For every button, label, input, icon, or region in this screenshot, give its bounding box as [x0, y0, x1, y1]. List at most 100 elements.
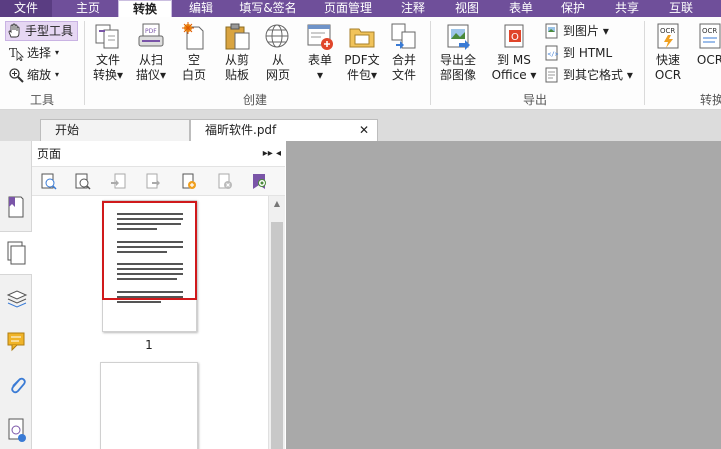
quick-ocr-line2: OCR	[654, 68, 682, 82]
separator	[430, 21, 431, 105]
to-image-button[interactable]: 到图片 ▾	[544, 21, 609, 41]
attachment-icon[interactable]	[6, 373, 28, 397]
combine-files-icon	[389, 21, 419, 51]
add-page-icon[interactable]	[180, 173, 198, 191]
comments-icon[interactable]	[6, 329, 28, 353]
menu-fill-sign[interactable]: 填写&签名	[232, 0, 304, 17]
combine-files-line1: 合并	[391, 53, 416, 67]
ocr-line1: OCR	[696, 53, 721, 67]
document-view[interactable]	[286, 141, 721, 449]
tab-start-label: 开始	[55, 123, 80, 137]
thumbnail-scrollbar[interactable]: ▲	[268, 196, 285, 449]
chevron-down-icon: ▾	[55, 70, 60, 79]
page-number: 1	[145, 338, 153, 352]
zoom-label: 缩放	[27, 68, 52, 82]
menu-page-manage[interactable]: 页面管理	[314, 0, 382, 17]
file-convert-line2: 转换▾	[92, 68, 124, 82]
page-thumbnail[interactable]	[100, 362, 198, 449]
signature-icon[interactable]	[6, 417, 28, 442]
page-thumbnails: 1	[32, 196, 268, 449]
panel-collapse-icon[interactable]: ▸▸ ◂	[263, 141, 281, 167]
form-line1: 表单	[307, 53, 332, 67]
export-all-line1: 导出全	[439, 53, 476, 67]
form-icon	[305, 21, 335, 51]
to-html-button[interactable]: </> 到 HTML	[544, 43, 612, 63]
ms-office-icon: O	[499, 21, 529, 51]
navigation-panel-bar	[0, 141, 32, 449]
form-button[interactable]: 表单 ▾	[302, 21, 338, 83]
pages-panel: 页面 ▸▸ ◂ 1 ▲	[32, 141, 285, 449]
bookmark-icon[interactable]	[6, 195, 28, 219]
delete-page-icon[interactable]	[216, 173, 234, 191]
zoom-icon	[8, 67, 24, 83]
extract-page-icon[interactable]	[144, 173, 162, 191]
page-properties-icon[interactable]	[250, 173, 268, 191]
menu-convert[interactable]: 转换	[118, 0, 172, 18]
ocr-text-button[interactable]: OCR OCR	[692, 21, 721, 68]
hand-icon	[6, 23, 22, 39]
tab-document[interactable]: 福昕软件.pdf ✕	[190, 119, 378, 141]
to-ms-office-line2: Office ▾	[491, 68, 537, 82]
separator	[644, 21, 645, 105]
scroll-up-icon[interactable]: ▲	[269, 196, 285, 212]
combine-files-line2: 文件	[391, 68, 416, 82]
quick-ocr-button[interactable]: OCR 快速 OCR	[650, 21, 686, 83]
menu-connect[interactable]: 互联	[660, 0, 702, 17]
page-view-region[interactable]	[102, 201, 197, 300]
page-thumbnails-icon[interactable]	[0, 231, 32, 275]
menu-form[interactable]: 表单	[500, 0, 542, 17]
text-select-icon: T	[8, 45, 24, 62]
export-all-images-button[interactable]: 导出全 部图像	[436, 21, 480, 83]
export-images-icon	[443, 21, 473, 51]
menu-protect[interactable]: 保护	[552, 0, 594, 17]
clipboard-icon	[222, 21, 252, 51]
menu-bar: 文件 主页 转换 编辑 填写&签名 页面管理 注释 视图 表单 保护 共享 互联	[0, 0, 721, 18]
from-web-page-button[interactable]: 从 网页	[260, 21, 296, 83]
zoom-out-page-icon[interactable]	[74, 173, 92, 191]
menu-edit[interactable]: 编辑	[180, 0, 222, 17]
menu-share[interactable]: 共享	[606, 0, 648, 17]
to-ms-office-button[interactable]: O 到 MS Office ▾	[490, 21, 538, 83]
from-clipboard-button[interactable]: 从剪 贴板	[218, 21, 256, 83]
image-file-icon	[544, 23, 560, 39]
export-group-label: 导出	[522, 93, 547, 107]
from-clipboard-line2: 贴板	[224, 68, 249, 82]
to-other-format-button[interactable]: 到其它格式 ▾	[544, 65, 633, 85]
other-format-icon	[544, 67, 560, 83]
menu-file[interactable]: 文件	[0, 0, 52, 17]
insert-page-icon[interactable]	[110, 173, 128, 191]
svg-text:O: O	[511, 32, 519, 43]
scrollbar-thumb[interactable]	[271, 222, 283, 449]
svg-text:OCR: OCR	[660, 27, 675, 35]
file-convert-button[interactable]: 文件 转换▾	[90, 21, 126, 83]
svg-text:T: T	[9, 46, 17, 60]
from-scanner-button[interactable]: PDF 从扫 描仪▾	[132, 21, 170, 83]
to-image-label: 到图片 ▾	[563, 24, 609, 38]
menu-view[interactable]: 视图	[446, 0, 488, 17]
pdf-package-line1: PDF文	[344, 53, 380, 67]
zoom-button[interactable]: 缩放 ▾	[8, 65, 59, 85]
menu-comment[interactable]: 注释	[392, 0, 434, 17]
close-icon[interactable]: ✕	[359, 120, 369, 140]
tools-group-label: 工具	[29, 93, 54, 107]
pdf-package-button[interactable]: PDF文 件包▾	[342, 21, 382, 83]
zoom-in-page-icon[interactable]	[40, 173, 58, 191]
blank-page-icon	[179, 21, 209, 51]
from-clipboard-line1: 从剪	[224, 53, 249, 67]
from-web-page-line1: 从	[271, 53, 284, 67]
create-group-label: 创建	[242, 93, 267, 107]
ocr-icon: OCR	[695, 21, 721, 51]
file-convert-line1: 文件	[95, 53, 120, 67]
from-scanner-line2: 描仪▾	[135, 68, 167, 82]
pages-panel-header: 页面 ▸▸ ◂	[32, 141, 285, 166]
select-button[interactable]: T 选择 ▾	[8, 43, 59, 63]
tab-start[interactable]: 开始	[40, 119, 190, 141]
svg-text:OCR: OCR	[702, 27, 717, 35]
blank-page-button[interactable]: 空 白页	[176, 21, 212, 83]
menu-home[interactable]: 主页	[66, 0, 110, 17]
file-convert-icon	[93, 21, 123, 51]
combine-files-button[interactable]: 合并 文件	[386, 21, 422, 83]
layers-icon[interactable]	[6, 287, 28, 311]
export-all-line2: 部图像	[439, 68, 476, 82]
hand-tool-button[interactable]: 手型工具	[5, 21, 79, 41]
